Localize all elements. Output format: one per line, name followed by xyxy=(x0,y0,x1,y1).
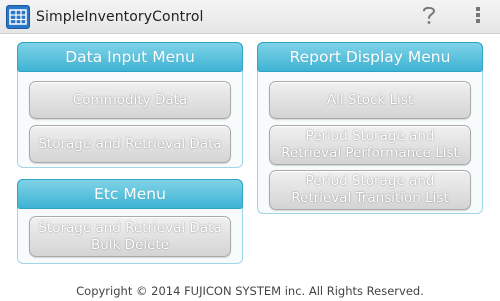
app-title: SimpleInventoryControl xyxy=(36,9,204,25)
report-display-menu-title: Report Display Menu xyxy=(257,42,483,72)
storage-retrieval-data-button[interactable]: Storage and Retrieval Data xyxy=(29,125,231,163)
action-bar: SimpleInventoryControl xyxy=(0,0,500,34)
etc-menu-title: Etc Menu xyxy=(17,179,243,209)
period-transition-list-button[interactable]: Period Storage and Retrieval Transition … xyxy=(269,170,471,210)
app-logo-icon[interactable] xyxy=(6,5,30,29)
bulk-delete-button[interactable]: Storage and Retrieval Data Bulk Delete xyxy=(29,216,231,257)
data-input-menu-panel: Data Input Menu Commodity Data Storage a… xyxy=(17,42,243,168)
etc-menu-panel: Etc Menu Storage and Retrieval Data Bulk… xyxy=(17,179,243,264)
data-input-menu-title: Data Input Menu xyxy=(17,42,243,72)
commodity-data-button[interactable]: Commodity Data xyxy=(29,81,231,119)
all-stock-list-button[interactable]: All Stock List xyxy=(269,81,471,119)
question-mark-icon xyxy=(421,4,437,30)
copyright-footer: Copyright © 2014 FUJICON SYSTEM inc. All… xyxy=(76,284,424,298)
report-display-menu-panel: Report Display Menu All Stock List Perio… xyxy=(257,42,483,214)
period-performance-list-button[interactable]: Period Storage and Retrieval Performance… xyxy=(269,125,471,165)
overflow-menu-button[interactable] xyxy=(466,4,490,30)
overflow-menu-icon xyxy=(475,5,481,29)
help-button[interactable] xyxy=(414,4,444,30)
